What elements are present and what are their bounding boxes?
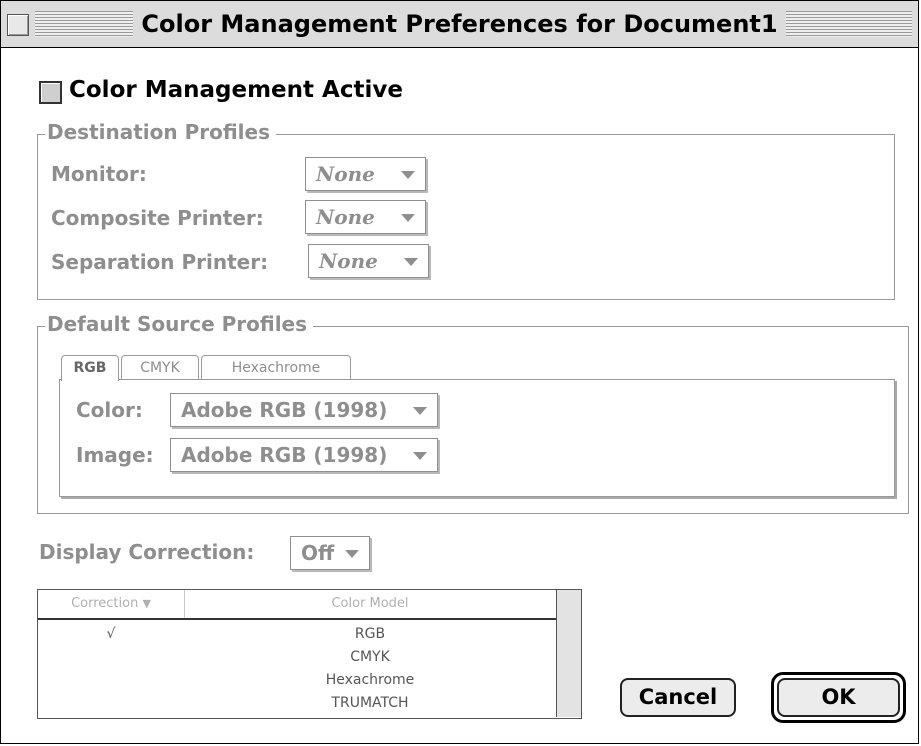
color-model-column-header[interactable]: Color Model [184, 590, 556, 618]
table-row[interactable]: Hexachrome [38, 669, 556, 691]
preferences-window: Color Management Preferences for Documen… [0, 0, 919, 744]
display-correction-value: Off [301, 541, 335, 565]
chevron-down-icon [413, 452, 427, 460]
monitor-value: None [316, 162, 375, 186]
chevron-down-icon [345, 550, 359, 558]
tab-hexachrome[interactable]: Hexachrome [201, 355, 351, 380]
color-model-cell: Hexachrome [325, 672, 415, 688]
separation-printer-label: Separation Printer: [51, 250, 269, 274]
default-source-profiles-title: Default Source Profiles [45, 311, 314, 337]
tab-rgb[interactable]: RGB [61, 355, 119, 381]
monitor-label: Monitor: [51, 162, 147, 186]
destination-profiles-title: Destination Profiles [45, 119, 276, 145]
composite-printer-label: Composite Printer: [51, 206, 264, 230]
cancel-button[interactable]: Cancel [620, 678, 736, 717]
separation-printer-popup[interactable]: None [308, 244, 429, 278]
color-management-label[interactable]: Color Management Active [69, 75, 403, 105]
color-model-cell: CMYK [350, 649, 390, 665]
composite-printer-value: None [316, 205, 375, 229]
separation-printer-value: None [319, 249, 378, 273]
ok-button[interactable]: OK [777, 678, 900, 717]
chevron-down-icon [401, 214, 415, 222]
correction-column-header[interactable]: Correction ▼ [38, 590, 184, 618]
table-scrollbar[interactable] [556, 590, 581, 717]
color-model-cell: RGB [354, 626, 386, 642]
title-bar[interactable]: Color Management Preferences for Documen… [1, 1, 918, 48]
table-row[interactable]: TRUMATCH [38, 692, 556, 714]
window-title: Color Management Preferences for Documen… [1, 10, 918, 38]
display-correction-popup[interactable]: Off [290, 536, 370, 570]
image-profile-value: Adobe RGB (1998) [181, 443, 388, 467]
color-profile-value: Adobe RGB (1998) [181, 398, 388, 422]
color-label: Color: [76, 398, 143, 422]
chevron-down-icon [401, 171, 415, 179]
table-row[interactable]: √ RGB [38, 623, 556, 645]
table-row[interactable]: CMYK [38, 646, 556, 668]
chevron-down-icon [404, 258, 418, 266]
checkmark-icon: √ [106, 626, 116, 642]
color-model-cell: TRUMATCH [331, 695, 409, 711]
correction-table[interactable]: Correction ▼ Color Model √ RGB CMYK Hexa… [37, 589, 582, 719]
display-correction-label: Display Correction: [39, 540, 255, 564]
chevron-down-icon: ▼ [142, 597, 151, 610]
table-header: Correction ▼ Color Model [38, 590, 556, 620]
tab-cmyk[interactable]: CMYK [121, 355, 199, 380]
chevron-down-icon [413, 407, 427, 415]
image-profile-popup[interactable]: Adobe RGB (1998) [170, 438, 438, 472]
color-profile-popup[interactable]: Adobe RGB (1998) [170, 393, 438, 427]
color-management-checkbox[interactable] [39, 81, 62, 104]
monitor-popup[interactable]: None [305, 157, 426, 191]
image-label: Image: [76, 443, 154, 467]
composite-printer-popup[interactable]: None [305, 200, 426, 234]
